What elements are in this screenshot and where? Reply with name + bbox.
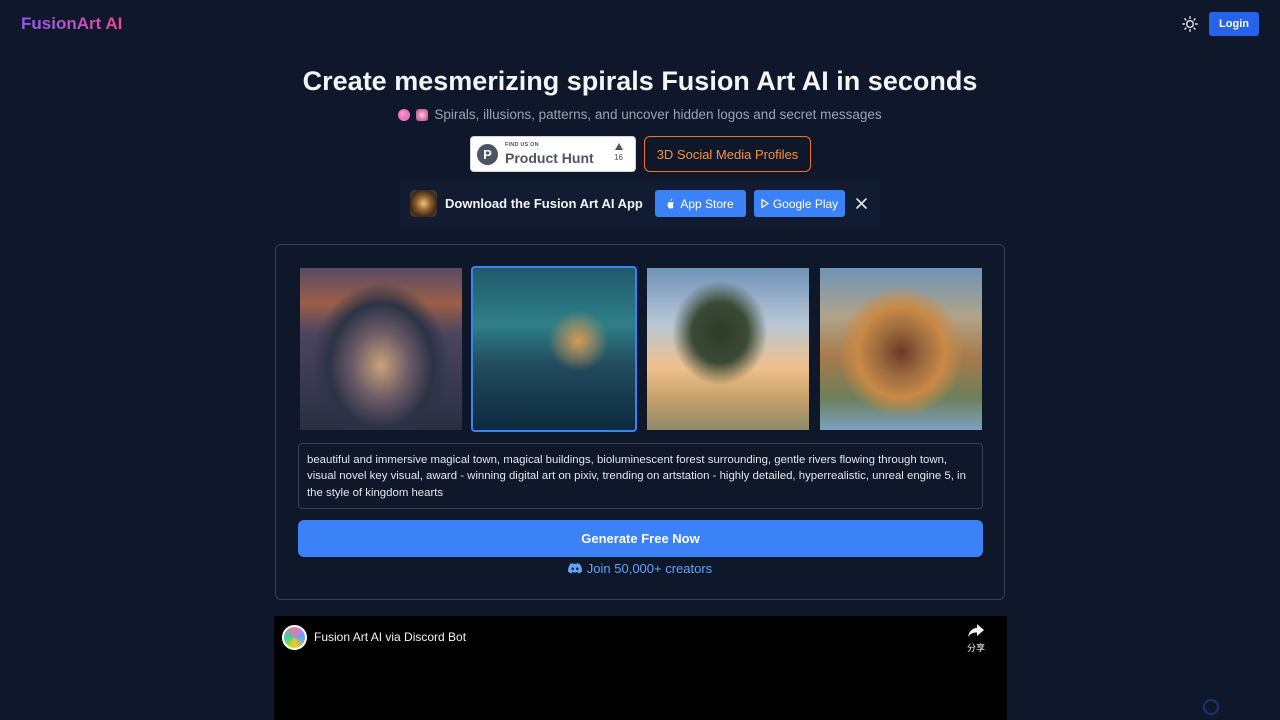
product-hunt-badge[interactable]: P FIND US ON Product Hunt 16 [470, 136, 636, 172]
example-image-1[interactable] [300, 268, 462, 430]
vote-count: 16 [614, 153, 623, 162]
app-logo-icon [410, 190, 437, 217]
site-logo[interactable]: FusionArt AI [21, 14, 122, 34]
robot-emoji-icon [416, 108, 429, 121]
app-banner-title: Download the Fusion Art AI App [445, 196, 643, 211]
apple-icon [667, 198, 675, 208]
help-widget-icon[interactable] [1203, 699, 1219, 715]
prompt-textarea[interactable]: beautiful and immersive magical town, ma… [298, 443, 983, 509]
social-profiles-button[interactable]: 3D Social Media Profiles [644, 136, 811, 172]
share-label: 分享 [966, 643, 985, 653]
product-hunt-icon: P [477, 143, 498, 165]
product-hunt-text: FIND US ON Product Hunt [505, 143, 594, 165]
play-icon [761, 199, 769, 208]
video-embed[interactable]: Fusion Art AI via Discord Bot 分享 [274, 616, 1007, 720]
app-download-banner: Download the Fusion Art AI App App Store… [400, 182, 880, 225]
page-title: Create mesmerizing spirals Fusion Art AI… [302, 66, 978, 96]
share-button[interactable]: 分享 [964, 624, 988, 654]
generator-card: beautiful and immersive magical town, ma… [275, 244, 1005, 600]
product-hunt-name: Product Hunt [505, 149, 594, 166]
channel-avatar[interactable] [282, 625, 307, 650]
video-title[interactable]: Fusion Art AI via Discord Bot [314, 630, 466, 644]
discord-join-label: Join 50,000+ creators [586, 561, 713, 576]
login-button[interactable]: Login [1209, 12, 1259, 36]
discord-join-link[interactable]: Join 50,000+ creators [276, 561, 1004, 576]
hero-subtitle: Spirals, illusions, patterns, and uncove… [0, 107, 1280, 122]
subtitle-text: Spirals, illusions, patterns, and uncove… [434, 107, 882, 122]
generate-button[interactable]: Generate Free Now [298, 520, 983, 557]
discord-icon [567, 563, 582, 574]
app-store-label: App Store [680, 196, 734, 211]
google-play-label: Google Play [772, 196, 839, 211]
palette-emoji-icon [398, 108, 411, 121]
example-image-3[interactable] [647, 268, 809, 430]
product-hunt-votes: 16 [614, 143, 623, 162]
product-hunt-small-text: FIND US ON [505, 142, 539, 149]
example-image-4[interactable] [820, 268, 982, 430]
google-play-button[interactable]: Google Play [754, 190, 845, 217]
theme-toggle-button[interactable] [1180, 14, 1200, 34]
share-icon [968, 624, 984, 637]
upvote-arrow-icon [614, 143, 623, 150]
close-icon[interactable] [852, 194, 870, 212]
app-store-button[interactable]: App Store [655, 190, 746, 217]
example-image-2[interactable] [471, 266, 637, 432]
sun-icon [1182, 16, 1198, 32]
top-header: FusionArt AI Login [0, 0, 1280, 48]
